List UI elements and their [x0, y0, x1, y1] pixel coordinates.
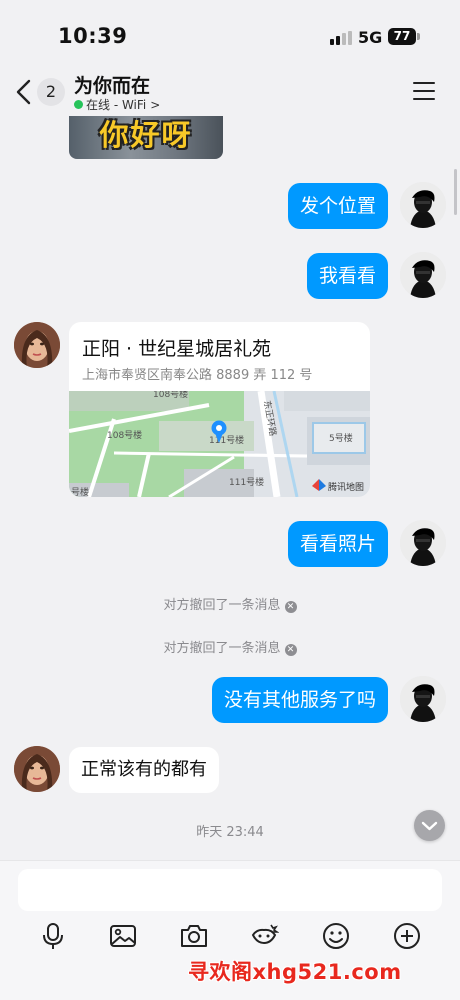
battery-level: 77	[393, 29, 411, 43]
self-avatar[interactable]	[400, 252, 446, 298]
outgoing-message[interactable]: 看看照片	[287, 521, 388, 567]
self-avatar-image	[400, 252, 446, 298]
presence-status[interactable]: 在线 - WiFi >	[74, 96, 160, 113]
camera-icon[interactable]	[179, 921, 209, 951]
plus-icon[interactable]	[392, 921, 422, 951]
self-avatar-image	[400, 676, 446, 722]
contact-avatar[interactable]	[14, 746, 60, 792]
map-provider-name: 腾讯地图	[328, 481, 364, 493]
close-circle-icon[interactable]: ✕	[284, 601, 297, 613]
location-card[interactable]: 正阳 · 世纪星城居礼苑 上海市奉贤区南奉公路 8889 弄 112 号 108…	[69, 322, 370, 497]
status-time: 10:39	[58, 24, 128, 48]
battery-tip	[417, 33, 420, 40]
map-label: 111号楼	[229, 476, 264, 488]
map-label: 108号楼	[107, 429, 142, 441]
outgoing-message[interactable]: 我看看	[306, 253, 388, 299]
close-circle-icon[interactable]: ✕	[284, 644, 297, 656]
network-type: 5G	[358, 28, 383, 47]
back-icon[interactable]	[14, 78, 34, 106]
image-icon[interactable]	[108, 921, 138, 951]
message-input[interactable]	[18, 869, 442, 911]
presence-text: 在线 - WiFi	[86, 98, 147, 112]
chat-header: 2 为你而在 在线 - WiFi >	[0, 70, 460, 116]
watermark-text: 寻欢阁xhg521.com	[188, 960, 402, 984]
contact-avatar[interactable]	[14, 322, 60, 368]
self-avatar[interactable]	[400, 520, 446, 566]
battery-icon: 77	[388, 28, 416, 45]
contact-avatar-image	[14, 322, 60, 368]
contact-avatar-image	[14, 746, 60, 792]
sticker-message[interactable]: 你好呀	[69, 116, 223, 159]
map-label: 5号楼	[329, 432, 353, 444]
recall-notice-text: 对方撤回了一条消息	[163, 598, 281, 613]
emoji-icon[interactable]	[321, 921, 351, 951]
microphone-icon[interactable]	[38, 921, 68, 951]
scroll-to-bottom-icon[interactable]	[414, 810, 445, 841]
outgoing-message[interactable]: 发个位置	[287, 183, 388, 229]
self-avatar[interactable]	[400, 182, 446, 228]
map-label: 108号楼	[153, 391, 188, 400]
recall-notice: 对方撤回了一条消息 ✕	[0, 594, 460, 613]
location-address: 上海市奉贤区南奉公路 8889 弄 112 号	[82, 368, 313, 383]
unread-count-badge[interactable]: 2	[37, 78, 65, 106]
scrollbar-thumb[interactable]	[454, 169, 457, 215]
map-label: 号楼	[71, 486, 89, 497]
status-bar: 10:39 5G 77	[0, 0, 460, 70]
presence-chevron-icon: >	[150, 97, 161, 112]
self-avatar[interactable]	[400, 676, 446, 722]
location-map[interactable]: 108号楼 108号楼 111号楼 111号楼 5号楼 号楼 东正环路 腾讯地图	[69, 391, 370, 497]
online-dot-icon	[74, 100, 83, 109]
recall-notice-text: 对方撤回了一条消息	[163, 641, 281, 656]
red-packet-icon[interactable]	[249, 921, 279, 951]
message-timestamp: 昨天 23:44	[196, 825, 264, 840]
location-name: 正阳 · 世纪星城居礼苑	[82, 338, 272, 360]
message-list[interactable]: 你好呀 发个位置 我看看 正阳 · 世纪星城居礼苑 上海市奉贤区南奉公路 888…	[0, 116, 460, 860]
incoming-message[interactable]: 正常该有的都有	[69, 747, 219, 793]
self-avatar-image	[400, 182, 446, 228]
self-avatar-image	[400, 520, 446, 566]
map-label: 111号楼	[209, 434, 244, 446]
menu-icon[interactable]	[413, 82, 435, 101]
outgoing-message[interactable]: 没有其他服务了吗	[211, 677, 388, 723]
recall-notice: 对方撤回了一条消息 ✕	[0, 637, 460, 656]
chat-title[interactable]: 为你而在	[74, 71, 150, 98]
sticker-text: 你好呀	[99, 118, 193, 152]
signal-icon	[330, 31, 352, 45]
